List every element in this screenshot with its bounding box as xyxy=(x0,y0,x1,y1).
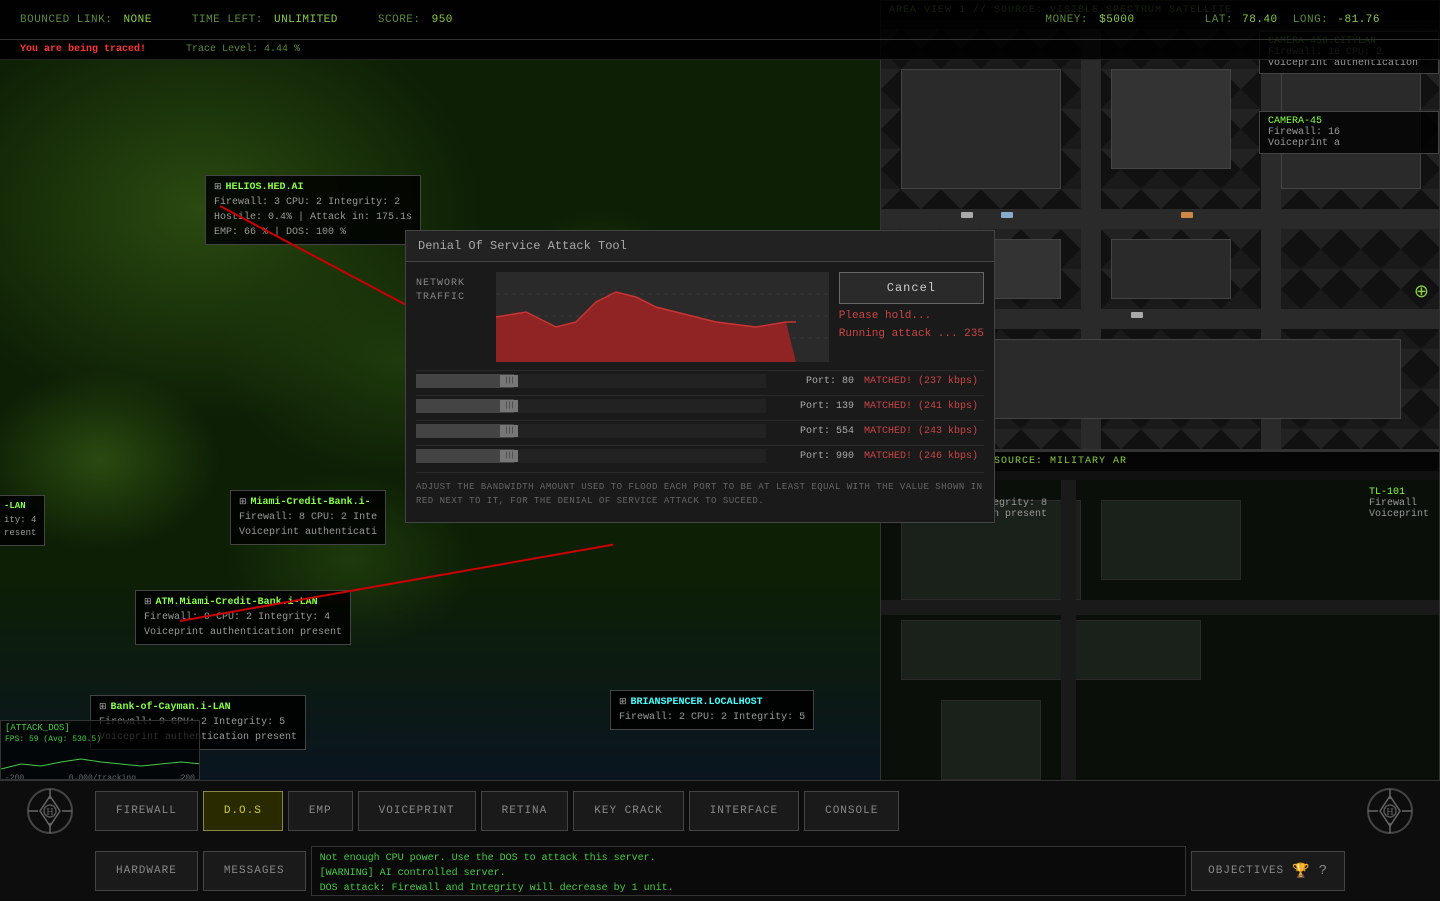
logo-left: H xyxy=(10,784,90,839)
hud-coordinates: LAT: 78.40 Long: -81.76 xyxy=(1205,14,1380,26)
interface-button[interactable]: INTERFACE xyxy=(689,791,799,831)
svg-text:H: H xyxy=(1386,807,1393,818)
dos-dialog-header: Denial Of Service attack tool xyxy=(406,231,994,262)
voiceprint-button[interactable]: VOICEPRINT xyxy=(358,791,476,831)
toolbar-top: H FIREWALL D.O.S EMP VOICEPRINT RETINA K… xyxy=(0,781,1440,841)
node-helios[interactable]: ⊞ HELIOS.HED.AI Firewall: 3 CPU: 2 Integ… xyxy=(205,175,421,245)
dos-instruction: Adjust the bandwidth amount used to floo… xyxy=(416,472,984,512)
port-row-80: ||| Port: 80 MATCHED! (237 kbps) xyxy=(416,370,984,391)
graph-svg xyxy=(1,744,200,774)
port-554-slider[interactable]: ||| xyxy=(416,424,766,438)
dos-top-section: NETWORK TRAFFIC Cancel Please hold... xyxy=(416,272,984,362)
dos-button[interactable]: D.O.S xyxy=(203,791,283,831)
key-crack-button[interactable]: KEY CRACK xyxy=(573,791,683,831)
bottom-toolbar: H FIREWALL D.O.S EMP VOICEPRINT RETINA K… xyxy=(0,780,1440,900)
area2-node2[interactable]: TL-101 Firewall Voiceprint xyxy=(1369,487,1429,520)
firewall-button[interactable]: FIREWALL xyxy=(95,791,198,831)
mini-graph: [ATTACK_DOS] FPS: 59 (Avg: 530.5) -200 0… xyxy=(0,720,200,780)
trace-warning-bar: You are being traced! Trace Level: 4.44 … xyxy=(0,40,1440,60)
svg-text:H: H xyxy=(46,807,53,818)
trophy-icon: 🏆 xyxy=(1292,863,1310,880)
logo-left-icon: H xyxy=(25,786,75,836)
logo-right-icon: H xyxy=(1365,786,1415,836)
port-rows: ||| Port: 80 MATCHED! (237 kbps) ||| Por… xyxy=(416,370,984,466)
console-button[interactable]: CONSOLE xyxy=(804,791,899,831)
node-miami-credit[interactable]: ⊞ Miami-Credit-Bank.i- Firewall: 8 CPU: … xyxy=(230,490,386,545)
traffic-graph xyxy=(496,272,829,362)
dos-dialog: Denial Of Service attack tool NETWORK TR… xyxy=(405,230,995,523)
camera-45[interactable]: CAMERA-45 Firewall: 16 Voiceprint a xyxy=(1259,111,1439,154)
crosshair-icon: ⊕ xyxy=(1414,281,1429,303)
port-row-554: ||| Port: 554 MATCHED! (243 kbps) xyxy=(416,420,984,441)
port-80-slider[interactable]: ||| xyxy=(416,374,766,388)
node-atm-miami[interactable]: ⊞ ATM.Miami-Credit-Bank.i-LAN Firewall: … xyxy=(135,590,351,645)
cancel-button[interactable]: Cancel xyxy=(839,272,984,304)
hud-bounced-link: Bounced Link: None xyxy=(20,14,152,26)
retina-button[interactable]: RETINA xyxy=(481,791,569,831)
message-area: Not enough CPU power. Use the DOS to att… xyxy=(311,846,1187,896)
objectives-button[interactable]: OBJECTIVES 🏆 ? xyxy=(1191,851,1345,891)
emp-button[interactable]: EMP xyxy=(288,791,353,831)
hardware-button[interactable]: HARDWARE xyxy=(95,851,198,891)
toolbar-bottom: HARDWARE MESSAGES Not enough CPU power. … xyxy=(0,841,1440,901)
hud-money: Money: $5000 xyxy=(1045,14,1134,26)
messages-button[interactable]: MESSAGES xyxy=(203,851,306,891)
port-row-990: ||| Port: 990 MATCHED! (246 kbps) xyxy=(416,445,984,466)
port-990-slider[interactable]: ||| xyxy=(416,449,766,463)
dos-dialog-content: NETWORK TRAFFIC Cancel Please hold... xyxy=(406,262,994,522)
port-139-slider[interactable]: ||| xyxy=(416,399,766,413)
top-hud: Bounced Link: None Time Left: Unlimited … xyxy=(0,0,1440,40)
logo-right: H xyxy=(1350,784,1430,839)
hud-time-left: Time Left: Unlimited xyxy=(192,14,338,26)
node-brian[interactable]: ⊞ BRIANSPENCER.LOCALHOST Firewall: 2 CPU… xyxy=(610,690,814,730)
hud-score: Score: 950 xyxy=(378,14,453,26)
question-icon: ? xyxy=(1319,863,1328,879)
node-left-edge: -LAN ity: 4 resent xyxy=(0,495,45,546)
port-row-139: ||| Port: 139 MATCHED! (241 kbps) xyxy=(416,395,984,416)
